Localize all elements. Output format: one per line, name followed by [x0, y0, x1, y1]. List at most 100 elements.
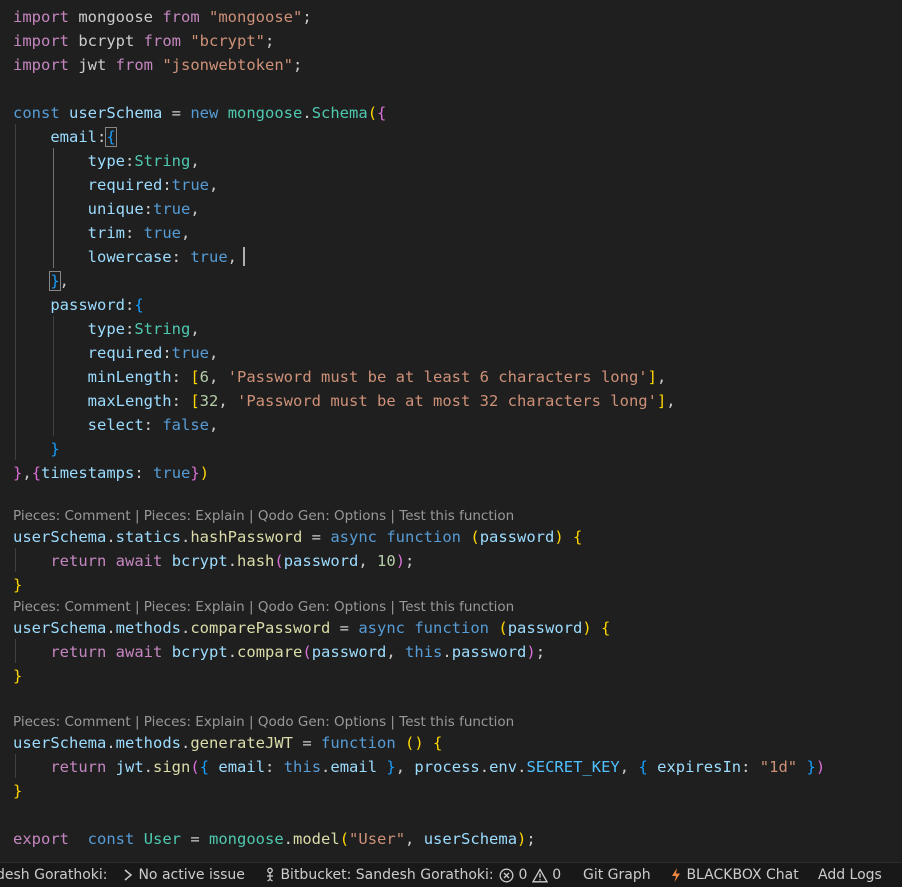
code-token: new — [190, 104, 219, 122]
code-token: : — [134, 464, 154, 482]
code-token: , — [22, 464, 32, 482]
code-token: } — [13, 464, 23, 482]
code-token: } — [50, 440, 60, 458]
code-token: , — [227, 248, 237, 266]
code-token: , — [180, 224, 191, 242]
codelens-separator: | — [244, 508, 258, 524]
code-token: process — [414, 758, 480, 776]
code-token: . — [479, 758, 490, 776]
code-token: ) — [815, 758, 826, 776]
status-issue-label: No active issue — [138, 867, 245, 883]
code-token: } — [190, 464, 200, 482]
code-token: . — [181, 734, 191, 752]
status-git-graph[interactable]: Git Graph — [583, 863, 651, 887]
code-token: bcrypt — [171, 643, 228, 661]
code-token: , — [656, 368, 667, 386]
code-token: 32 — [199, 392, 219, 410]
code-token: , — [190, 320, 200, 338]
code-token: from — [143, 32, 181, 50]
codelens-test-function[interactable]: Test this function — [399, 599, 514, 615]
codelens-pieces-comment[interactable]: Pieces: Comment — [13, 714, 131, 730]
codelens-separator: | — [130, 714, 144, 730]
status-author[interactable]: desh Gorathoki: — [0, 863, 108, 887]
code-token: "bcrypt" — [190, 32, 265, 50]
code-token: hashPassword — [190, 528, 303, 546]
code-token: true — [143, 224, 181, 242]
code-editor[interactable]: import mongoose from "mongoose"; import … — [0, 0, 902, 862]
code-token: return — [50, 643, 107, 661]
code-token: async — [358, 619, 405, 637]
code-token: password — [311, 643, 387, 661]
code-token: = — [330, 619, 359, 637]
code-token: . — [227, 552, 238, 570]
code-token: . — [181, 528, 191, 546]
code-line-9: unique:true, — [13, 197, 200, 221]
code-token: . — [283, 830, 294, 848]
code-line-13: password:{ — [13, 293, 143, 317]
codelens-pieces-explain[interactable]: Pieces: Explain — [144, 714, 245, 730]
code-token: ( — [405, 734, 415, 752]
code-token: await — [115, 643, 163, 661]
code-line-23: return await bcrypt.hash(password, 10); — [13, 549, 414, 573]
code-token: ( — [498, 619, 508, 637]
code-token: } — [386, 758, 396, 776]
status-blackbox-chat[interactable]: BLACKBOX Chat — [670, 863, 799, 887]
codelens-test-function[interactable]: Test this function — [399, 508, 514, 524]
code-token: , — [619, 758, 639, 776]
code-token: ; — [535, 643, 546, 661]
status-bitbucket[interactable]: Bitbucket: Sandesh Gorathoki: — [264, 863, 494, 887]
code-line-30: return jwt.sign({ email: this.email }, p… — [13, 755, 825, 779]
code-token: : — [171, 392, 191, 410]
error-circle-icon — [499, 868, 514, 882]
code-token: ) — [395, 552, 406, 570]
code-token: ( — [302, 643, 312, 661]
code-line-24: } — [13, 573, 22, 597]
status-issue[interactable]: No active issue — [122, 863, 245, 887]
code-token: } — [806, 758, 816, 776]
codelens-pieces-explain[interactable]: Pieces: Explain — [144, 599, 245, 615]
code-line-7: type:String, — [13, 149, 200, 173]
code-token: "User" — [349, 830, 406, 848]
code-token: mongoose — [69, 8, 163, 26]
codelens-qodo-options[interactable]: Qodo Gen: Options — [258, 599, 386, 615]
code-token: userSchema — [69, 104, 163, 122]
code-token: generateJWT — [190, 734, 293, 752]
code-token: String — [134, 320, 191, 338]
code-line-17: maxLength: [32, 'Password must be at mos… — [13, 389, 676, 413]
code-token: ( — [367, 104, 378, 122]
code-token: function — [386, 528, 461, 546]
codelens-test-function[interactable]: Test this function — [399, 714, 514, 730]
code-token: return — [50, 758, 107, 776]
code-token: minLength — [87, 368, 172, 386]
code-token: 10 — [377, 552, 396, 570]
code-token: ( — [190, 758, 200, 776]
codelens-qodo-options[interactable]: Qodo Gen: Options — [258, 508, 386, 524]
status-problems[interactable]: 0 0 — [499, 863, 561, 887]
codelens-pieces-explain[interactable]: Pieces: Explain — [144, 508, 245, 524]
codelens-pieces-comment[interactable]: Pieces: Comment — [13, 599, 131, 615]
codelens-qodo-options[interactable]: Qodo Gen: Options — [258, 714, 386, 730]
code-line-8: required:true, — [13, 173, 219, 197]
code-token: trim — [87, 224, 125, 242]
code-token: true — [190, 248, 228, 266]
status-add-logs[interactable]: Add Logs — [818, 863, 882, 887]
code-line-26: return await bcrypt.compare(password, th… — [13, 640, 545, 664]
codelens-pieces-comment[interactable]: Pieces: Comment — [13, 508, 131, 524]
code-token: import — [13, 32, 69, 50]
code-token: sign — [153, 758, 191, 776]
status-bar: desh Gorathoki: No active issue Bitbucke… — [0, 862, 902, 887]
